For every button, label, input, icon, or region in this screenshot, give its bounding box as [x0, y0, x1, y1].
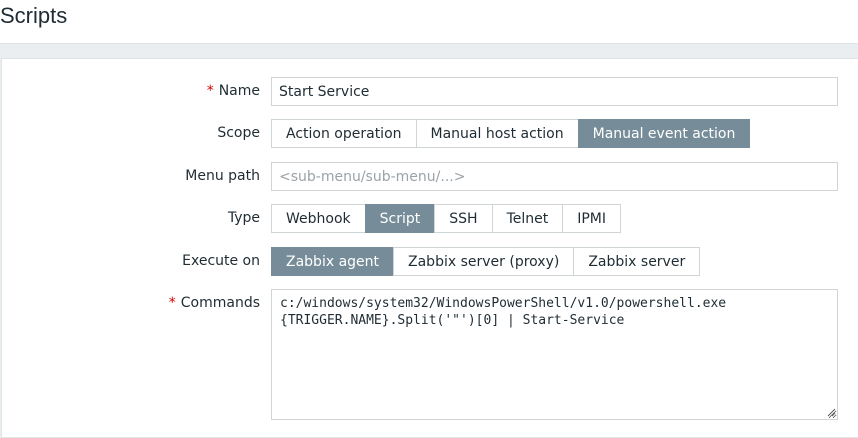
menu-path-input[interactable] — [271, 162, 838, 191]
type-label: Type — [227, 210, 260, 226]
page-title: Scripts — [0, 3, 68, 28]
name-label-text: Name — [218, 83, 260, 99]
type-option-ssh[interactable]: SSH — [434, 204, 493, 233]
commands-label-text: Commands — [180, 295, 260, 311]
menu-path-label: Menu path — [185, 168, 260, 184]
commands-textarea[interactable]: c:/windows/system32/WindowsPowerShell/v1… — [271, 289, 838, 420]
type-option-ipmi[interactable]: IPMI — [562, 204, 621, 233]
execute-option-zabbix-server-proxy[interactable]: Zabbix server (proxy) — [393, 247, 575, 276]
name-input[interactable] — [271, 77, 838, 106]
name-label: * Name — [207, 83, 260, 99]
execute-option-zabbix-server[interactable]: Zabbix server — [573, 247, 701, 276]
resize-grip-icon[interactable] — [826, 407, 836, 417]
scope-segmented-control: Action operation Manual host action Manu… — [271, 119, 751, 148]
type-option-script[interactable]: Script — [364, 204, 436, 233]
required-marker: * — [206, 83, 214, 99]
execute-option-zabbix-agent[interactable]: Zabbix agent — [271, 247, 395, 276]
type-option-telnet[interactable]: Telnet — [491, 204, 564, 233]
scope-option-action-operation[interactable]: Action operation — [271, 119, 417, 148]
scope-option-manual-event-action[interactable]: Manual event action — [577, 119, 751, 148]
type-option-webhook[interactable]: Webhook — [271, 204, 366, 233]
required-marker: * — [168, 295, 176, 311]
scope-option-manual-host-action[interactable]: Manual host action — [415, 119, 579, 148]
type-segmented-control: Webhook Script SSH Telnet IPMI — [271, 204, 621, 233]
page-header: Scripts — [0, 0, 858, 44]
execute-on-label: Execute on — [182, 253, 260, 269]
scope-label: Scope — [217, 125, 260, 141]
commands-label: * Commands — [169, 295, 260, 311]
execute-on-segmented-control: Zabbix agent Zabbix server (proxy) Zabbi… — [271, 247, 701, 276]
